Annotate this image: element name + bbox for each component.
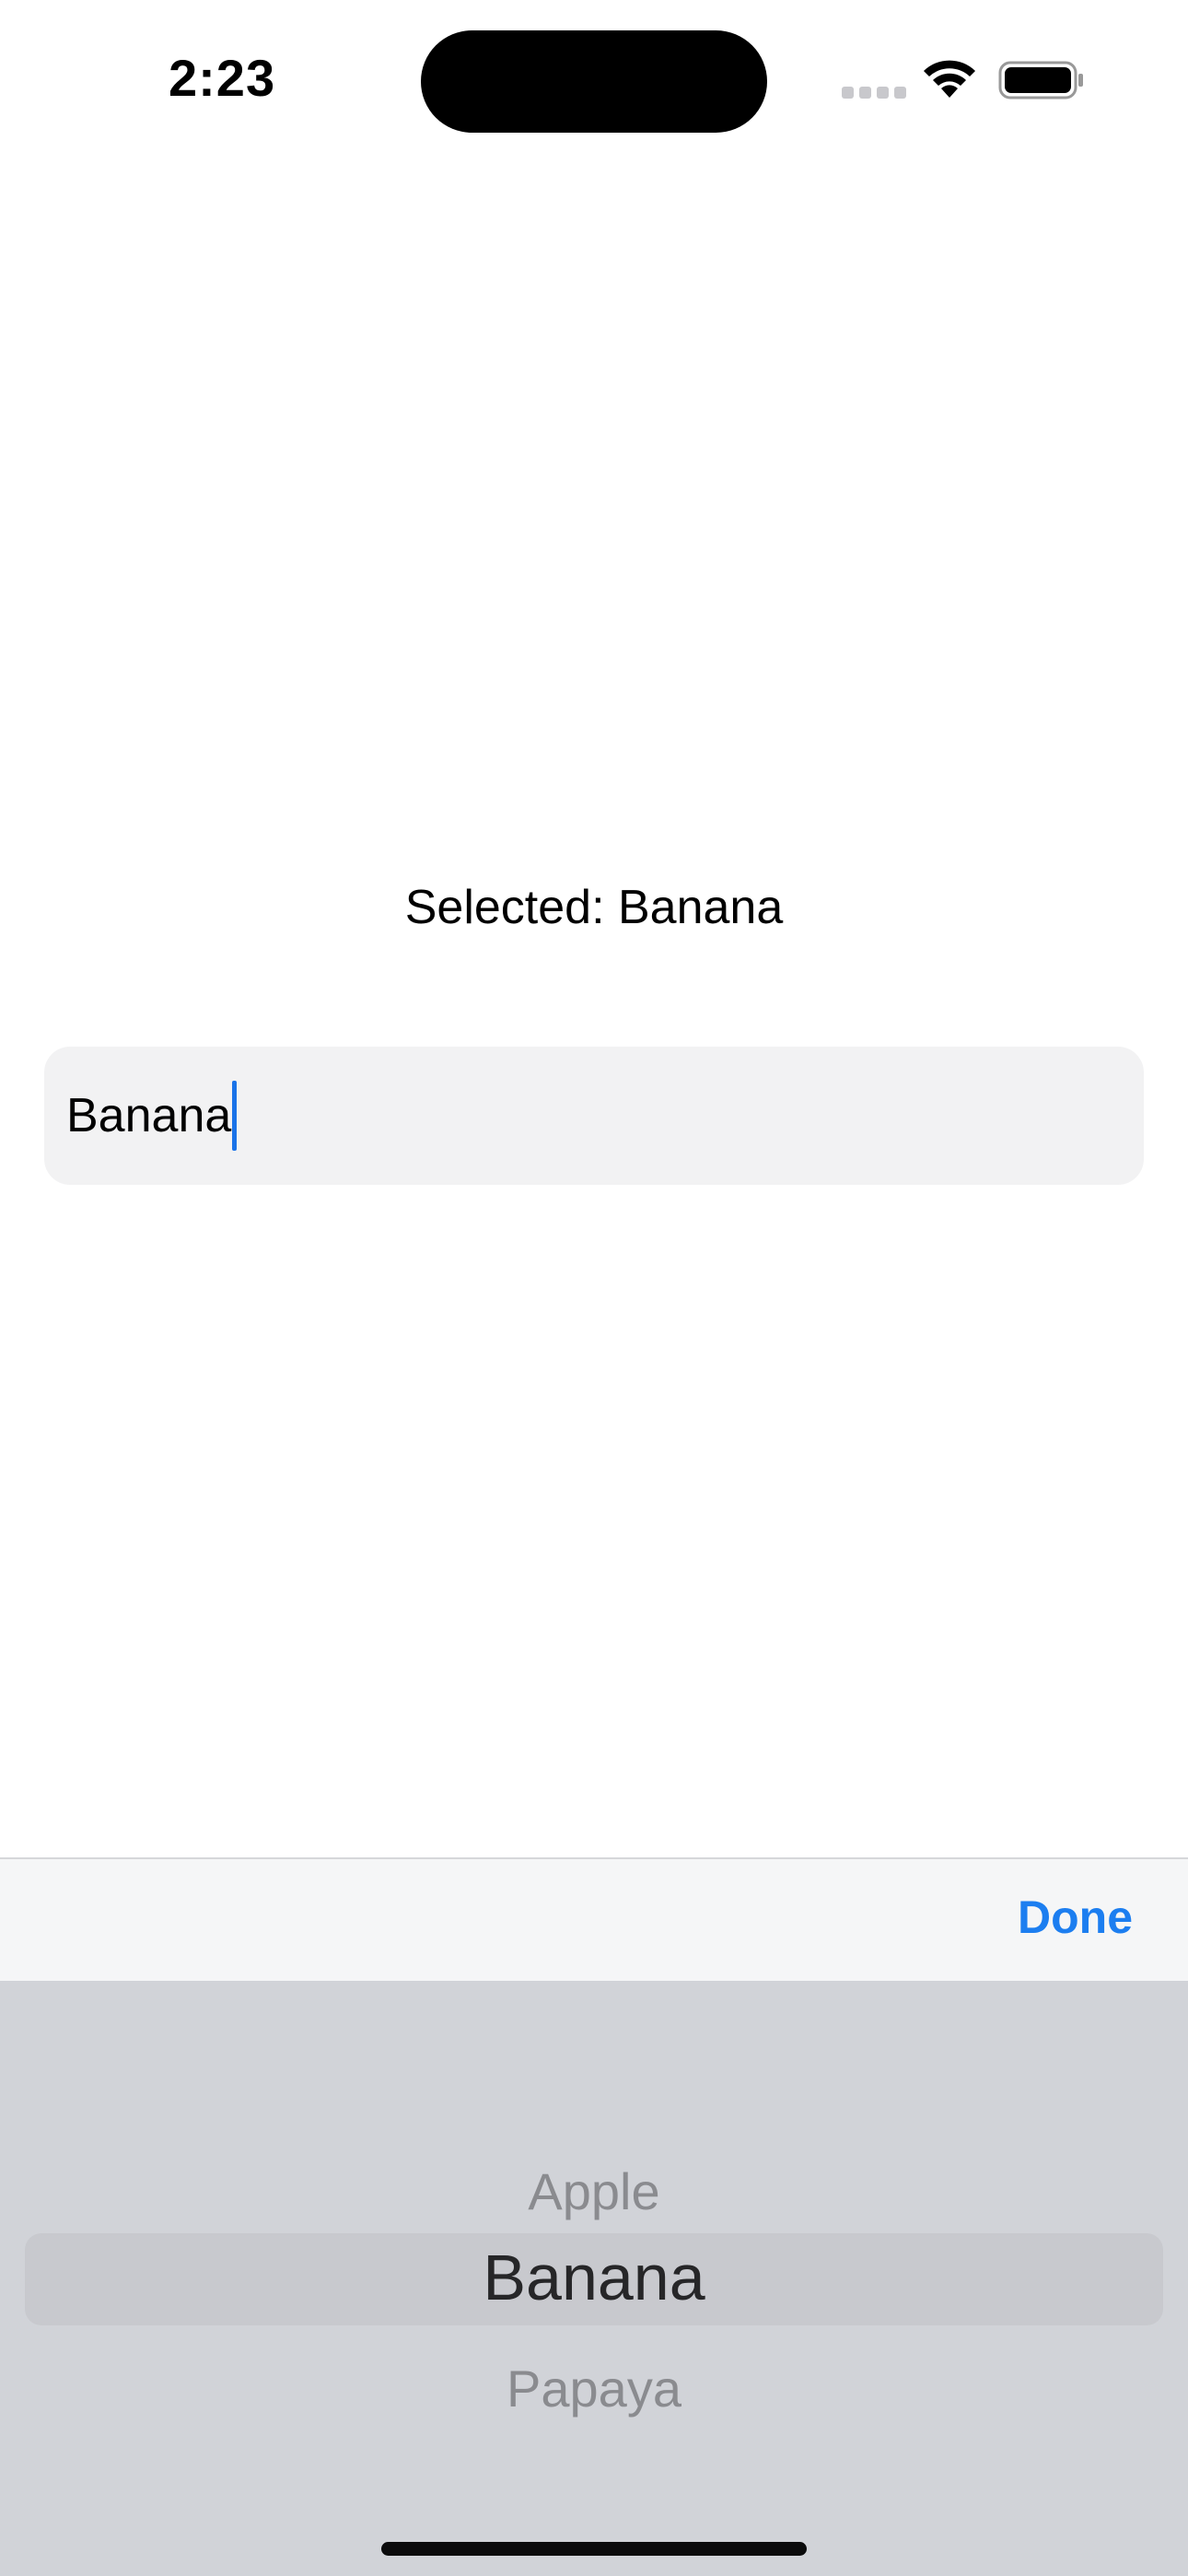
- done-button[interactable]: Done: [1018, 1891, 1133, 1944]
- text-cursor: [232, 1081, 238, 1151]
- cellular-signal-icon: [842, 87, 906, 100]
- fruit-picker[interactable]: Apple Banana Papaya: [0, 1981, 1188, 2576]
- status-time: 2:23: [169, 49, 276, 107]
- input-accessory-toolbar: Done: [0, 1857, 1188, 1981]
- fruit-text-field[interactable]: Banana: [44, 1047, 1144, 1185]
- text-field-value[interactable]: Banana: [66, 1088, 231, 1143]
- wifi-icon: [924, 60, 975, 98]
- home-indicator[interactable]: [381, 2542, 807, 2556]
- dynamic-island: [421, 30, 767, 133]
- picker-option-banana[interactable]: Banana: [0, 2241, 1188, 2314]
- selected-label: Selected: Banana: [404, 881, 784, 934]
- picker-option-papaya[interactable]: Papaya: [0, 2359, 1188, 2418]
- status-bar: 2:23: [0, 0, 1188, 157]
- picker-option-apple[interactable]: Apple: [0, 2161, 1188, 2221]
- battery-icon: [998, 61, 1083, 100]
